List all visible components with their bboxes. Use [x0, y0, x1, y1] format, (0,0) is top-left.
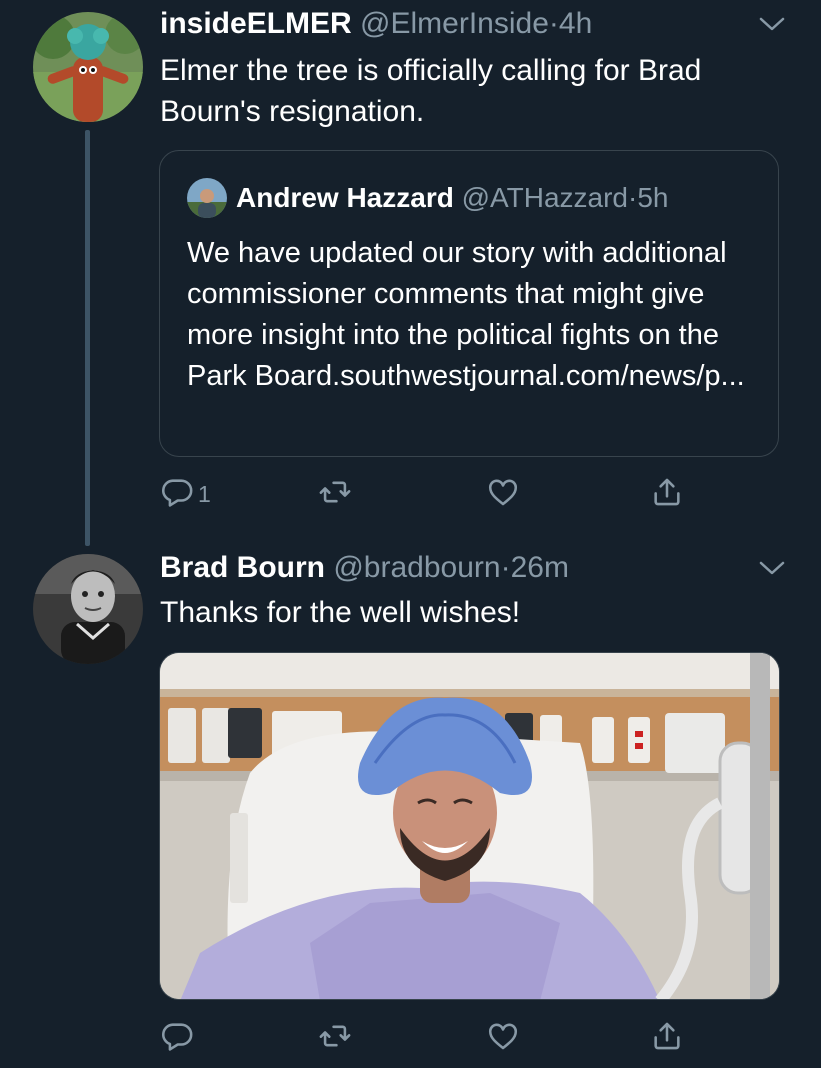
quoted-display-name: Andrew Hazzard [236, 182, 454, 213]
retweet-icon [318, 1019, 352, 1058]
thread-connector-line [85, 130, 90, 546]
like-icon [486, 475, 520, 514]
reply-button[interactable] [160, 1018, 200, 1058]
user-handle[interactable]: @bradbourn [333, 551, 500, 584]
tweet-header: Brad Bourn @bradbourn·26m [160, 550, 569, 586]
retweet-button[interactable] [318, 1018, 358, 1058]
quoted-timestamp: 5h [637, 182, 669, 213]
reply-icon [160, 475, 194, 514]
display-name[interactable]: insideELMER [160, 7, 352, 40]
retweet-button[interactable] [318, 474, 358, 514]
quoted-user-handle: @ATHazzard [461, 182, 628, 213]
share-icon [650, 1019, 684, 1058]
quoted-tweet[interactable]: Andrew Hazzard @ATHazzard·5h We have upd… [159, 150, 779, 457]
avatar-bradbourn[interactable] [33, 554, 143, 664]
reply-icon [160, 1019, 194, 1058]
chevron-down-icon[interactable] [758, 14, 786, 39]
like-icon [486, 1019, 520, 1058]
user-handle[interactable]: @ElmerInside [360, 7, 549, 40]
separator-dot: · [628, 182, 638, 213]
share-icon [650, 475, 684, 514]
quoted-tweet-header: Andrew Hazzard @ATHazzard·5h [236, 181, 668, 215]
like-button[interactable] [486, 474, 526, 514]
timestamp[interactable]: 26m [511, 551, 569, 584]
tweet-header: insideELMER @ElmerInside·4h [160, 6, 592, 42]
tweet-text: Thanks for the well wishes! [160, 596, 521, 629]
reply-count: 1 [198, 480, 211, 507]
retweet-icon [318, 475, 352, 514]
separator-dot: · [500, 551, 511, 584]
chevron-down-icon[interactable] [758, 558, 786, 583]
separator-dot: · [548, 7, 559, 40]
like-button[interactable] [486, 1018, 526, 1058]
reply-button[interactable]: 1 [160, 474, 211, 514]
timestamp[interactable]: 4h [559, 7, 592, 40]
tweet-photo[interactable] [159, 652, 780, 1000]
share-button[interactable] [650, 474, 690, 514]
avatar-athazzard [187, 178, 227, 218]
share-button[interactable] [650, 1018, 690, 1058]
display-name[interactable]: Brad Bourn [160, 551, 325, 584]
quoted-tweet-text: We have updated our story with additiona… [187, 237, 745, 392]
avatar-insideelmer[interactable] [33, 12, 143, 122]
tweet-text: Elmer the tree is officially calling for… [160, 54, 702, 128]
